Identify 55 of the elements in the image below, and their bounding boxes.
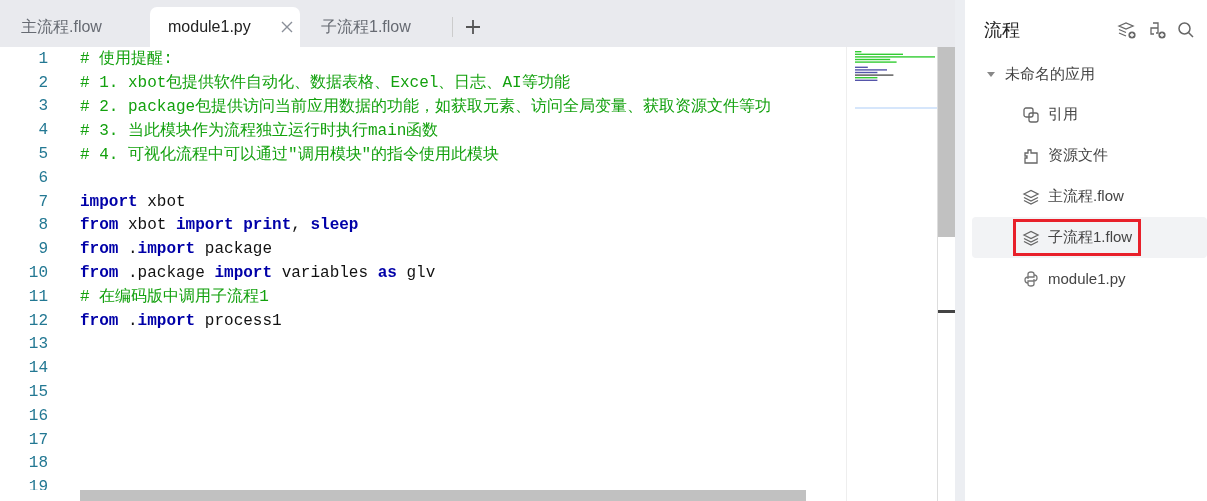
tree-label: 引用	[1048, 105, 1078, 124]
tree-item[interactable]: 资源文件	[972, 135, 1207, 176]
search-icon[interactable]	[1177, 21, 1195, 39]
line-number: 5	[37, 145, 48, 164]
editor-tab[interactable]: 子流程1.flow	[300, 7, 450, 47]
add-flow-icon[interactable]	[1117, 20, 1137, 40]
line-number: 17	[27, 430, 48, 449]
editor-tab[interactable]: module1.py	[150, 7, 300, 47]
tree-item[interactable]: 子流程1.flow	[972, 217, 1207, 258]
overlap-squares-icon	[1022, 105, 1040, 124]
tree-label: module1.py	[1048, 270, 1126, 287]
line-number: 7	[37, 192, 48, 211]
line-number: 9	[37, 240, 48, 259]
tree-label: 主流程.flow	[1048, 187, 1124, 206]
code-line: # 在编码版中调用子流程1	[80, 286, 269, 308]
code-line: from xbot import print, sleep	[80, 216, 359, 235]
add-tab-icon[interactable]	[465, 19, 481, 35]
tree-item[interactable]: 未命名的应用	[986, 63, 1207, 85]
code-line: # 4. 可视化流程中可以通过"调用模块"的指令使用此模块	[80, 144, 500, 165]
line-number: 15	[27, 383, 48, 402]
tree-label: 子流程1.flow	[1048, 228, 1133, 247]
line-number: 3	[37, 97, 48, 116]
editor-tab[interactable]: 主流程.flow	[0, 7, 150, 47]
python-icon	[1022, 269, 1040, 288]
close-icon[interactable]	[280, 21, 293, 33]
layers-icon	[1022, 228, 1040, 247]
layers-icon	[1022, 187, 1040, 206]
tree-item[interactable]: 主流程.flow	[972, 176, 1207, 217]
line-number: 13	[27, 335, 48, 354]
tree-item[interactable]: 引用	[972, 94, 1207, 135]
code-line: # 1. xbot包提供软件自动化、数据表格、Excel、日志、AI等功能	[80, 72, 570, 94]
code-line: import xbot	[80, 192, 186, 211]
line-number: 10	[27, 264, 48, 283]
line-number: 6	[37, 168, 48, 187]
caret-icon[interactable]	[986, 69, 996, 79]
code-line: from .package import variables as glv	[80, 264, 436, 283]
line-number: 11	[27, 287, 48, 306]
line-number: 14	[27, 359, 48, 378]
line-number: 12	[27, 311, 48, 330]
code-line: # 使用提醒:	[80, 49, 173, 70]
line-number: 4	[37, 121, 48, 140]
tree-item[interactable]: module1.py	[972, 258, 1207, 299]
line-number: 18	[27, 454, 48, 473]
code-line: # 2. package包提供访问当前应用数据的功能，如获取元素、访问全局变量、获取资源文件等功	[80, 96, 772, 117]
line-number: 1	[37, 49, 48, 68]
code-line: from .import package	[80, 240, 273, 259]
line-number: 16	[27, 406, 48, 425]
line-number: 2	[37, 73, 48, 92]
puzzle-icon	[1022, 146, 1040, 165]
code-line: from .import process1	[80, 311, 282, 330]
tree-label: 未命名的应用	[1005, 64, 1095, 84]
line-number: 8	[37, 216, 48, 235]
panel-title: 流程	[984, 19, 1021, 42]
code-line: # 3. 当此模块作为流程独立运行时执行main函数	[80, 120, 439, 141]
tree-label: 资源文件	[1048, 146, 1108, 165]
